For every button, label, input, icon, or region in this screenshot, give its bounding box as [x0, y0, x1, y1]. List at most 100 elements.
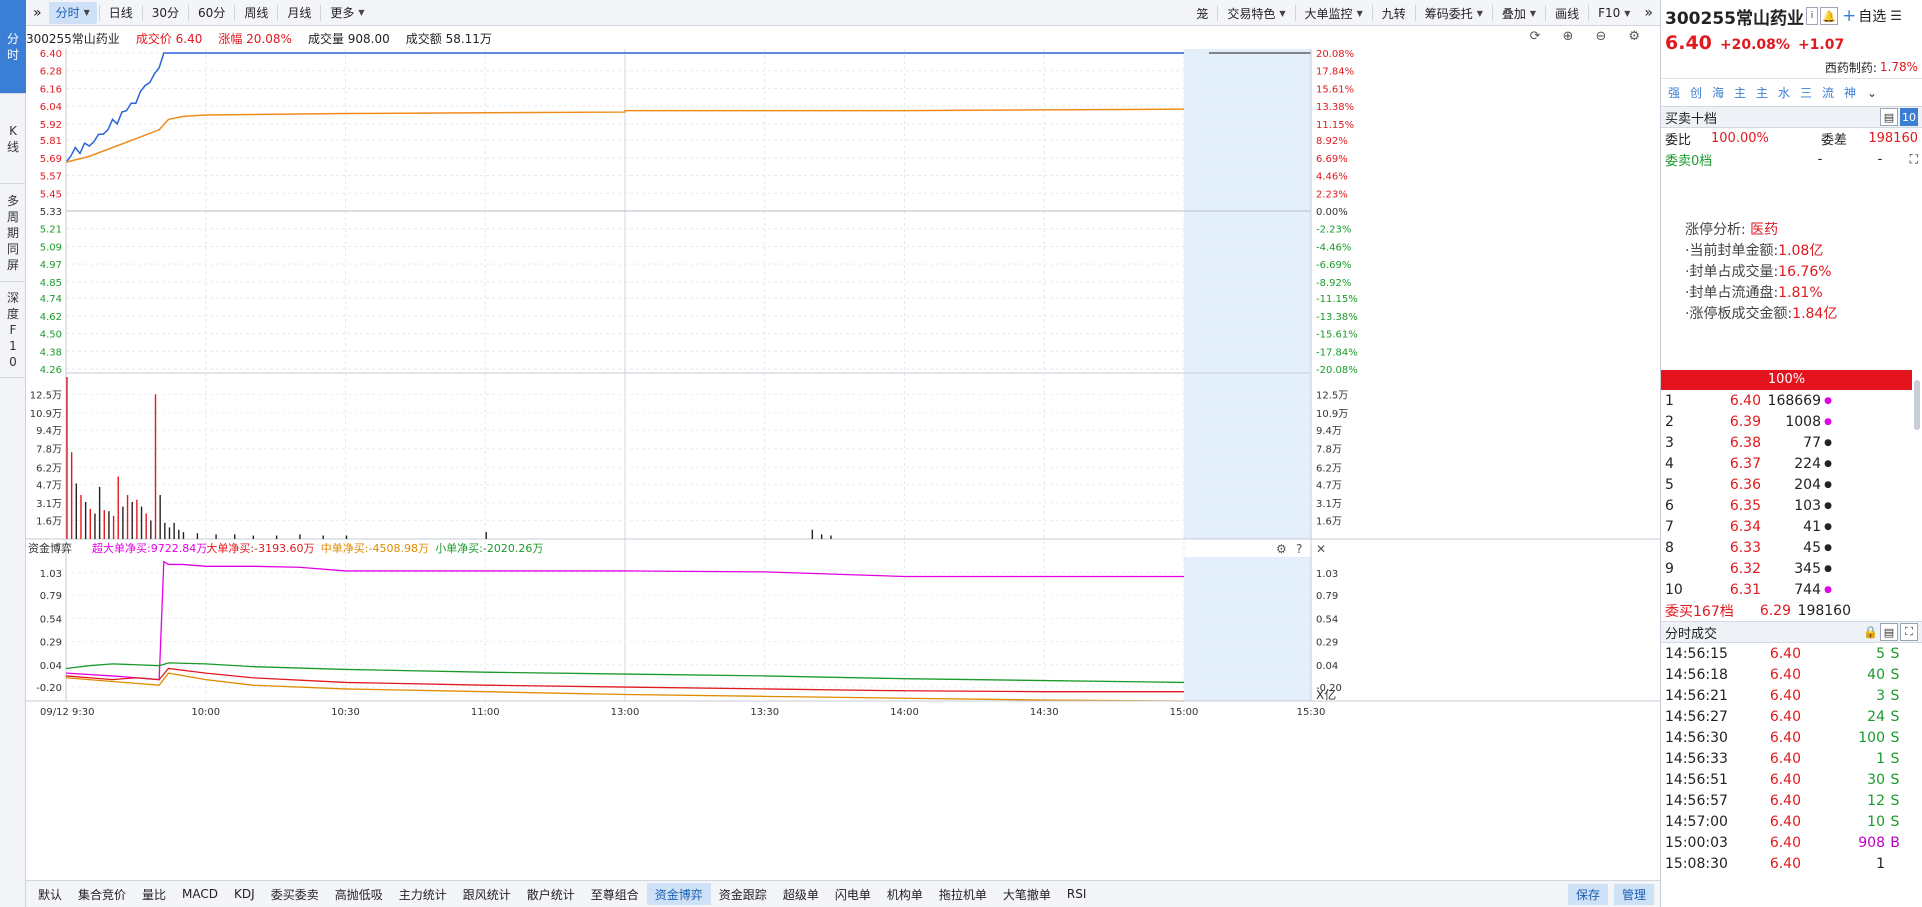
indicator-tab-12[interactable]: 资金跟踪: [711, 883, 775, 905]
quick-button-7[interactable]: 流: [1817, 83, 1839, 103]
indicator-tab-0[interactable]: 默认: [30, 883, 70, 905]
bid-row[interactable]: 4 6.37 224 ●: [1661, 453, 1922, 474]
left-tab-2[interactable]: 多周期同屏: [0, 184, 26, 282]
indicator-tab-6[interactable]: 高抛低吸: [327, 883, 391, 905]
quick-button-0[interactable]: 强: [1663, 83, 1685, 103]
bid-level: 6: [1665, 497, 1674, 514]
bid-row[interactable]: 9 6.32 345 ●: [1661, 558, 1922, 579]
bid-row[interactable]: 3 6.38 77 ●: [1661, 432, 1922, 453]
orderbook-depth-toggle[interactable]: 10: [1900, 108, 1918, 126]
tool-button-6[interactable]: 画线: [1548, 2, 1586, 24]
gear-icon[interactable]: ⚙: [1276, 542, 1287, 556]
tool-button-2[interactable]: 大单监控 ▼: [1298, 2, 1370, 24]
left-tab-3[interactable]: 深度F10: [0, 282, 26, 378]
indicator-tab-2[interactable]: 量比: [134, 883, 174, 905]
quick-button-1[interactable]: 创: [1685, 83, 1707, 103]
tool-button-1[interactable]: 交易特色 ▼: [1220, 2, 1292, 24]
tool-button-4[interactable]: 筹码委托 ▼: [1418, 2, 1490, 24]
trades-fullscreen-icon[interactable]: ⛶: [1900, 623, 1918, 641]
indicator-tab-4[interactable]: KDJ: [226, 883, 263, 905]
indicator-tab-10[interactable]: 至尊组合: [583, 883, 647, 905]
indicator-tab-5[interactable]: 委买委卖: [263, 883, 327, 905]
trades-mode-icon[interactable]: ▤: [1880, 623, 1898, 641]
indicator-tab-7[interactable]: 主力统计: [391, 883, 455, 905]
chart-canvas[interactable]: 6.40 20.08% 6.28 17.84% 6.16 15.61% 6.04 13.38%…: [26, 49, 1660, 882]
bid-row[interactable]: 10 6.31 744 ●: [1661, 579, 1922, 600]
trade-row: 14:57:00 6.40 10 S: [1661, 811, 1922, 832]
bid-row[interactable]: 5 6.36 204 ●: [1661, 474, 1922, 495]
tool-button-3[interactable]: 九转: [1375, 2, 1413, 24]
manage-button[interactable]: 管理: [1613, 884, 1654, 905]
indicator-tab-11[interactable]: 资金博弈: [646, 883, 711, 905]
bid-strength-bar: 100%: [1661, 370, 1912, 390]
quick-button-5[interactable]: 水: [1773, 83, 1795, 103]
indicator-tab-3[interactable]: MACD: [174, 883, 226, 905]
period-tab-6[interactable]: 更多 ▼: [323, 2, 371, 24]
indicator-tab-17[interactable]: 大笔撤单: [995, 883, 1059, 905]
price-tick-left: 5.57: [40, 172, 62, 183]
tool-button-0[interactable]: 笼: [1189, 2, 1215, 24]
left-tab-char: K: [9, 123, 17, 138]
fund-tick-right: 1.03: [1316, 569, 1338, 580]
limit-analysis-value[interactable]: 医药: [1750, 222, 1778, 238]
bid-row[interactable]: 1 6.40 168669 ●: [1661, 390, 1922, 411]
quick-button-8[interactable]: 神: [1839, 83, 1861, 103]
period-tab-4[interactable]: 周线: [237, 2, 275, 24]
bid-price: 6.31: [1729, 581, 1761, 598]
quick-button-4[interactable]: 主: [1751, 83, 1773, 103]
zoom-in-icon[interactable]: ⊕: [1563, 29, 1574, 44]
vol-tick-left: 1.6万: [36, 516, 62, 527]
left-tab-char: 1: [9, 338, 17, 353]
indicator-tab-15[interactable]: 机构单: [879, 883, 931, 905]
quick-button-6[interactable]: 三: [1795, 83, 1817, 103]
indicator-tab-1[interactable]: 集合竞价: [70, 883, 134, 905]
bid-row[interactable]: 6 6.35 103 ●: [1661, 495, 1922, 516]
refresh-icon[interactable]: ⟳: [1530, 29, 1541, 44]
zoom-out-icon[interactable]: ⊖: [1595, 29, 1606, 44]
period-tab-3[interactable]: 60分: [191, 2, 232, 24]
bid-price: 6.34: [1729, 518, 1761, 535]
quick-button-2[interactable]: 海: [1707, 83, 1729, 103]
scrollbar-thumb[interactable]: [1914, 380, 1920, 430]
indicator-tab-18[interactable]: RSI: [1059, 883, 1095, 905]
bid-row[interactable]: 8 6.33 45 ●: [1661, 537, 1922, 558]
more-icon[interactable]: »: [1637, 2, 1660, 24]
indicator-tab-16[interactable]: 拖拉机单: [931, 883, 995, 905]
lock-icon[interactable]: 🔒: [1863, 625, 1878, 639]
bid-row[interactable]: 7 6.34 41 ●: [1661, 516, 1922, 537]
help-icon[interactable]: ?: [1296, 542, 1302, 556]
price-tick-right: -8.92%: [1316, 278, 1351, 289]
sector-name[interactable]: 西药制药:: [1825, 59, 1877, 76]
indicator-tab-8[interactable]: 跟风统计: [455, 883, 519, 905]
info-icon[interactable]: i: [1805, 7, 1818, 25]
quick-button-3[interactable]: 主: [1729, 83, 1751, 103]
tool-button-5[interactable]: 叠加 ▼: [1495, 2, 1543, 24]
orderbook-mode-icon[interactable]: ▤: [1880, 108, 1898, 126]
bid-row[interactable]: 2 6.39 1008 ●: [1661, 411, 1922, 432]
left-tab-1[interactable]: K线: [0, 94, 26, 184]
expand-down-icon[interactable]: ⌄: [1861, 83, 1883, 103]
indicator-tab-13[interactable]: 超级单: [775, 883, 827, 905]
after-hours-shade-lower: [1184, 557, 1311, 701]
last-price: 6.40: [1665, 32, 1712, 54]
gear-icon[interactable]: ⚙: [1628, 29, 1640, 44]
tool-button-7[interactable]: F10 ▼: [1591, 2, 1637, 24]
close-icon[interactable]: ✕: [1316, 542, 1326, 556]
weimai0-label: 委卖0档: [1665, 154, 1713, 169]
left-tab-0[interactable]: 分时: [0, 0, 26, 94]
left-tab-char: F: [9, 322, 17, 337]
indicator-tab-9[interactable]: 散户统计: [519, 883, 583, 905]
bell-icon[interactable]: 🔔: [1819, 7, 1838, 25]
fullscreen-icon[interactable]: ⛶: [1910, 152, 1918, 167]
save-button[interactable]: 保存: [1567, 884, 1608, 905]
add-watch-button[interactable]: + 自选: [1842, 6, 1886, 26]
period-tab-label: 更多: [330, 6, 355, 20]
price-tick-right: 20.08%: [1316, 49, 1354, 60]
period-tab-0[interactable]: 分时 ▼: [48, 1, 97, 24]
expand-icon[interactable]: »: [26, 2, 49, 24]
indicator-tab-14[interactable]: 闪电单: [827, 883, 879, 905]
menu-icon[interactable]: ☰: [1890, 9, 1902, 24]
period-tab-5[interactable]: 月线: [280, 2, 318, 24]
period-tab-1[interactable]: 日线: [102, 2, 140, 24]
period-tab-2[interactable]: 30分: [145, 2, 186, 24]
